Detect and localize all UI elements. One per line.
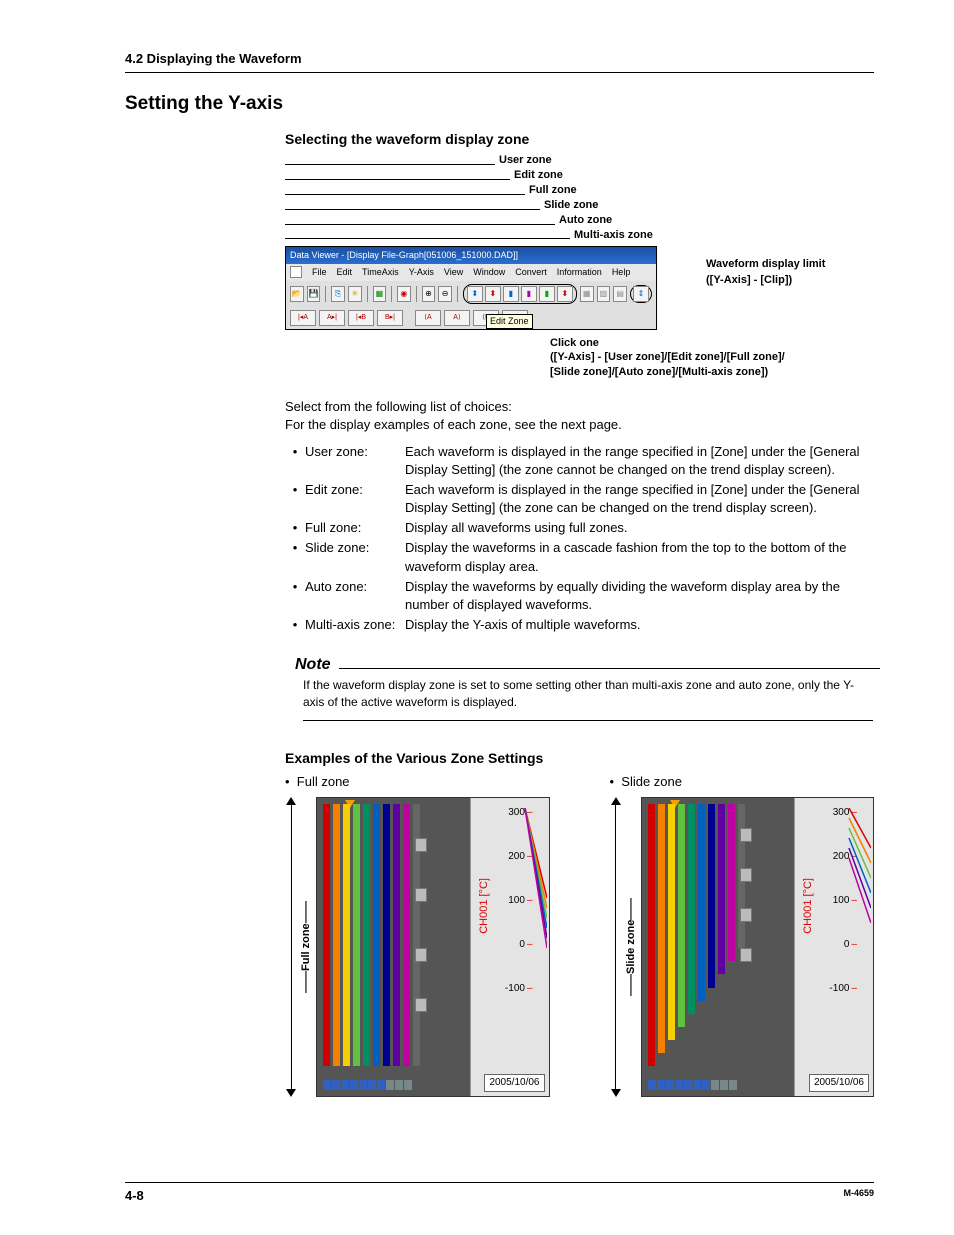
menu-window[interactable]: Window	[473, 266, 505, 279]
zone-button-group: ⬍ ⬍ ▮ ▮ ▮ ⬍	[463, 284, 577, 304]
cursor-a-prev-seg[interactable]: ⟨A	[415, 310, 441, 326]
vlabel-slide: —— Slide zone ——	[622, 797, 641, 1097]
target-icon[interactable]: ◉	[397, 286, 411, 302]
note-title: Note	[295, 654, 339, 676]
zoom-out-icon[interactable]: ⊖	[438, 286, 452, 302]
subsection-heading: Selecting the waveform display zone	[285, 130, 874, 150]
note-block: Note If the waveform display zone is set…	[295, 654, 874, 721]
examples-heading: Examples of the Various Zone Settings	[285, 749, 874, 769]
callout-edit-zone: Edit zone	[514, 168, 563, 183]
callout-click-one: Click one ([Y-Axis] - [User zone]/[Edit …	[550, 336, 865, 381]
copy-icon[interactable]: ⎘	[331, 286, 345, 302]
grid2-icon[interactable]: ▧	[597, 286, 611, 302]
body-text: Select from the following list of choice…	[285, 398, 874, 634]
cursor-b-prev[interactable]: |◂B	[348, 310, 374, 326]
toolbar-main: 📂 💾 ⎘ ✳ ▦ ◉ ⊕ ⊖ ⬍ ⬍ ▮ ▮ ▮ ⬍	[286, 281, 656, 307]
definition-list: •User zone:Each waveform is displayed in…	[285, 443, 874, 635]
grid3-icon[interactable]: ▤	[613, 286, 627, 302]
callout-user-zone: User zone	[499, 153, 552, 168]
cursor-a-prev[interactable]: |◂A	[290, 310, 316, 326]
callout-full-zone: Full zone	[529, 183, 577, 198]
date-slide: 2005/10/06	[809, 1074, 869, 1092]
callout-auto-zone: Auto zone	[559, 213, 612, 228]
waveform-full: CH001 [°C] 3002001000-100 2005/10/06	[316, 797, 549, 1097]
user-zone-button[interactable]: ⬍	[467, 286, 483, 302]
note-body: If the waveform display zone is set to s…	[303, 677, 873, 722]
window-titlebar: Data Viewer - [Display File-Graph[051006…	[286, 247, 656, 264]
toolbar-cursor: |◂A A▸| |◂B B▸| ⟨A A⟩ ⟨B B⟩	[286, 307, 656, 329]
app-window: Data Viewer - [Display File-Graph[051006…	[285, 246, 657, 329]
doc-id: M-4659	[843, 1187, 874, 1205]
menu-view[interactable]: View	[444, 266, 463, 279]
page-footer: 4-8 M-4659	[125, 1182, 874, 1205]
open-icon[interactable]: 📂	[290, 286, 304, 302]
edit-zone-button[interactable]: ⬍	[485, 286, 501, 302]
section-header: 4.2 Displaying the Waveform	[125, 50, 874, 73]
waveform-slide: CH001 [°C] 3002001000-100 2005/10/06	[641, 797, 874, 1097]
menu-help[interactable]: Help	[612, 266, 631, 279]
multiaxis-zone-button[interactable]: ⬍	[557, 286, 573, 302]
menu-file[interactable]: File	[312, 266, 327, 279]
page-title: Setting the Y-axis	[125, 91, 874, 118]
menu-edit[interactable]: Edit	[337, 266, 353, 279]
callout-clip: Waveform display limit ([Y-Axis] - [Clip…	[706, 257, 886, 288]
example-slide-zone: • Slide zone —— Slide zone —— CH001	[610, 773, 875, 1097]
vlabel-full: —— Full zone ——	[297, 797, 316, 1097]
full-zone-button[interactable]: ▮	[503, 286, 519, 302]
menu-timeaxis[interactable]: TimeAxis	[362, 266, 399, 279]
callout-slide-zone: Slide zone	[544, 198, 598, 213]
menu-convert[interactable]: Convert	[515, 266, 547, 279]
date-full: 2005/10/06	[484, 1074, 544, 1092]
menu-information[interactable]: Information	[557, 266, 602, 279]
grid1-icon[interactable]: ▦	[580, 286, 594, 302]
menubar: File Edit TimeAxis Y-Axis View Window Co…	[286, 264, 656, 281]
menu-yaxis[interactable]: Y-Axis	[409, 266, 434, 279]
zone-diagram: User zone Edit zone Full zone Slide zone…	[285, 153, 865, 380]
cursor-a-next-seg[interactable]: A⟩	[444, 310, 470, 326]
save-icon[interactable]: 💾	[307, 286, 321, 302]
callout-multiaxis-zone: Multi-axis zone	[574, 228, 653, 243]
settings-icon[interactable]: ▦	[373, 286, 387, 302]
clip-button[interactable]: ⇕	[633, 286, 649, 302]
cursor-a-next[interactable]: A▸|	[319, 310, 345, 326]
tooltip-edit-zone: Edit Zone	[486, 314, 533, 329]
cursor-b-next[interactable]: B▸|	[377, 310, 403, 326]
page-number: 4-8	[125, 1187, 144, 1205]
link-icon[interactable]: ✳	[348, 286, 362, 302]
example-full-zone: • Full zone —— Full zone —— CH001 [	[285, 773, 550, 1097]
slide-zone-button[interactable]: ▮	[521, 286, 537, 302]
auto-zone-button[interactable]: ▮	[539, 286, 555, 302]
zoom-in-icon[interactable]: ⊕	[422, 286, 436, 302]
